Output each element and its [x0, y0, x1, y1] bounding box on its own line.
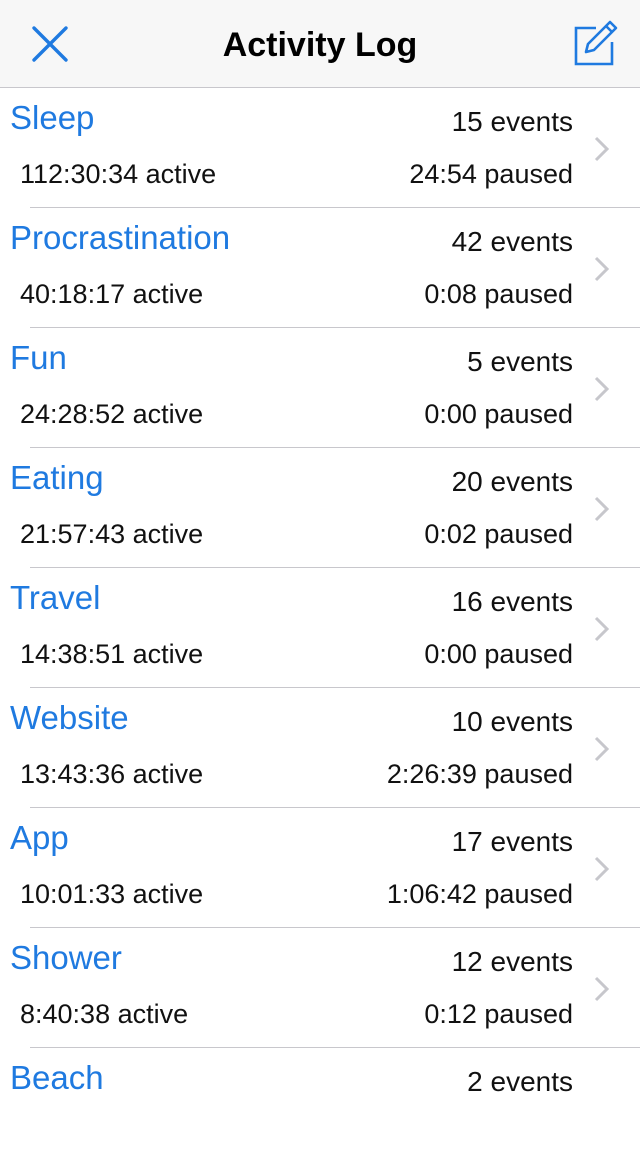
- event-count: 20 events: [451, 466, 573, 497]
- activity-name: Travel: [10, 579, 101, 616]
- chevron-right-icon: [594, 256, 610, 282]
- list-item-eating[interactable]: Eating 20 events 21:57:43 active 0:02 pa…: [0, 448, 640, 568]
- event-count: 2 events: [467, 1066, 573, 1097]
- chevron-right-icon: [594, 736, 610, 762]
- activity-list: Sleep 15 events 112:30:34 active 24:54 p…: [0, 88, 640, 1168]
- active-time: 21:57:43 active: [20, 519, 204, 549]
- chevron-right-icon: [594, 136, 610, 162]
- active-time: 14:38:51 active: [20, 639, 204, 669]
- paused-time: 2:26:39 paused: [386, 759, 573, 789]
- activity-name: Website: [10, 699, 129, 736]
- activity-name: Shower: [10, 939, 122, 976]
- paused-time: 1:06:42 paused: [386, 879, 573, 909]
- page-title: Activity Log: [222, 26, 418, 64]
- paused-time: 24:54 paused: [409, 159, 573, 189]
- chevron-right-icon: [594, 376, 610, 402]
- activity-name: Sleep: [10, 99, 95, 136]
- close-button[interactable]: [22, 16, 78, 72]
- activity-name: Procrastination: [10, 219, 231, 256]
- chevron-right-icon: [594, 976, 610, 1002]
- paused-time: 0:08 paused: [424, 279, 573, 309]
- event-count: 15 events: [451, 106, 573, 137]
- paused-time: 0:00 paused: [424, 639, 573, 669]
- list-item-website[interactable]: Website 10 events 13:43:36 active 2:26:3…: [0, 688, 640, 808]
- event-count: 42 events: [451, 226, 573, 257]
- chevron-right-icon: [594, 496, 610, 522]
- activity-name: App: [10, 819, 69, 856]
- activity-name: Fun: [10, 339, 67, 376]
- paused-time: 0:00 paused: [424, 399, 573, 429]
- paused-time: 0:12 paused: [424, 999, 573, 1029]
- event-count: 16 events: [451, 586, 573, 617]
- list-item-app[interactable]: App 17 events 10:01:33 active 1:06:42 pa…: [0, 808, 640, 928]
- active-time: 10:01:33 active: [20, 879, 204, 909]
- activity-name: Eating: [10, 459, 104, 496]
- active-time: 40:18:17 active: [20, 279, 204, 309]
- event-count: 17 events: [451, 826, 573, 857]
- event-count: 12 events: [451, 946, 573, 977]
- list-item-beach[interactable]: Beach 2 events: [0, 1048, 640, 1168]
- list-item-travel[interactable]: Travel 16 events 14:38:51 active 0:00 pa…: [0, 568, 640, 688]
- active-time: 8:40:38 active: [20, 999, 189, 1029]
- active-time: 24:28:52 active: [20, 399, 204, 429]
- event-count: 10 events: [451, 706, 573, 737]
- chevron-right-icon: [594, 856, 610, 882]
- paused-time: 0:02 paused: [424, 519, 573, 549]
- event-count: 5 events: [467, 346, 573, 377]
- active-time: 112:30:34 active: [20, 159, 217, 189]
- list-item-shower[interactable]: Shower 12 events 8:40:38 active 0:12 pau…: [0, 928, 640, 1048]
- close-icon: [32, 26, 68, 62]
- active-time: 13:43:36 active: [20, 759, 204, 789]
- list-item-fun[interactable]: Fun 5 events 24:28:52 active 0:00 paused: [0, 328, 640, 448]
- compose-button[interactable]: [566, 16, 622, 72]
- list-item-procrastination[interactable]: Procrastination 42 events 40:18:17 activ…: [0, 208, 640, 328]
- list-item-sleep[interactable]: Sleep 15 events 112:30:34 active 24:54 p…: [0, 88, 640, 208]
- chevron-right-icon: [594, 616, 610, 642]
- compose-icon: [574, 20, 618, 66]
- navigation-bar: Activity Log: [0, 0, 640, 88]
- activity-name: Beach: [10, 1059, 104, 1096]
